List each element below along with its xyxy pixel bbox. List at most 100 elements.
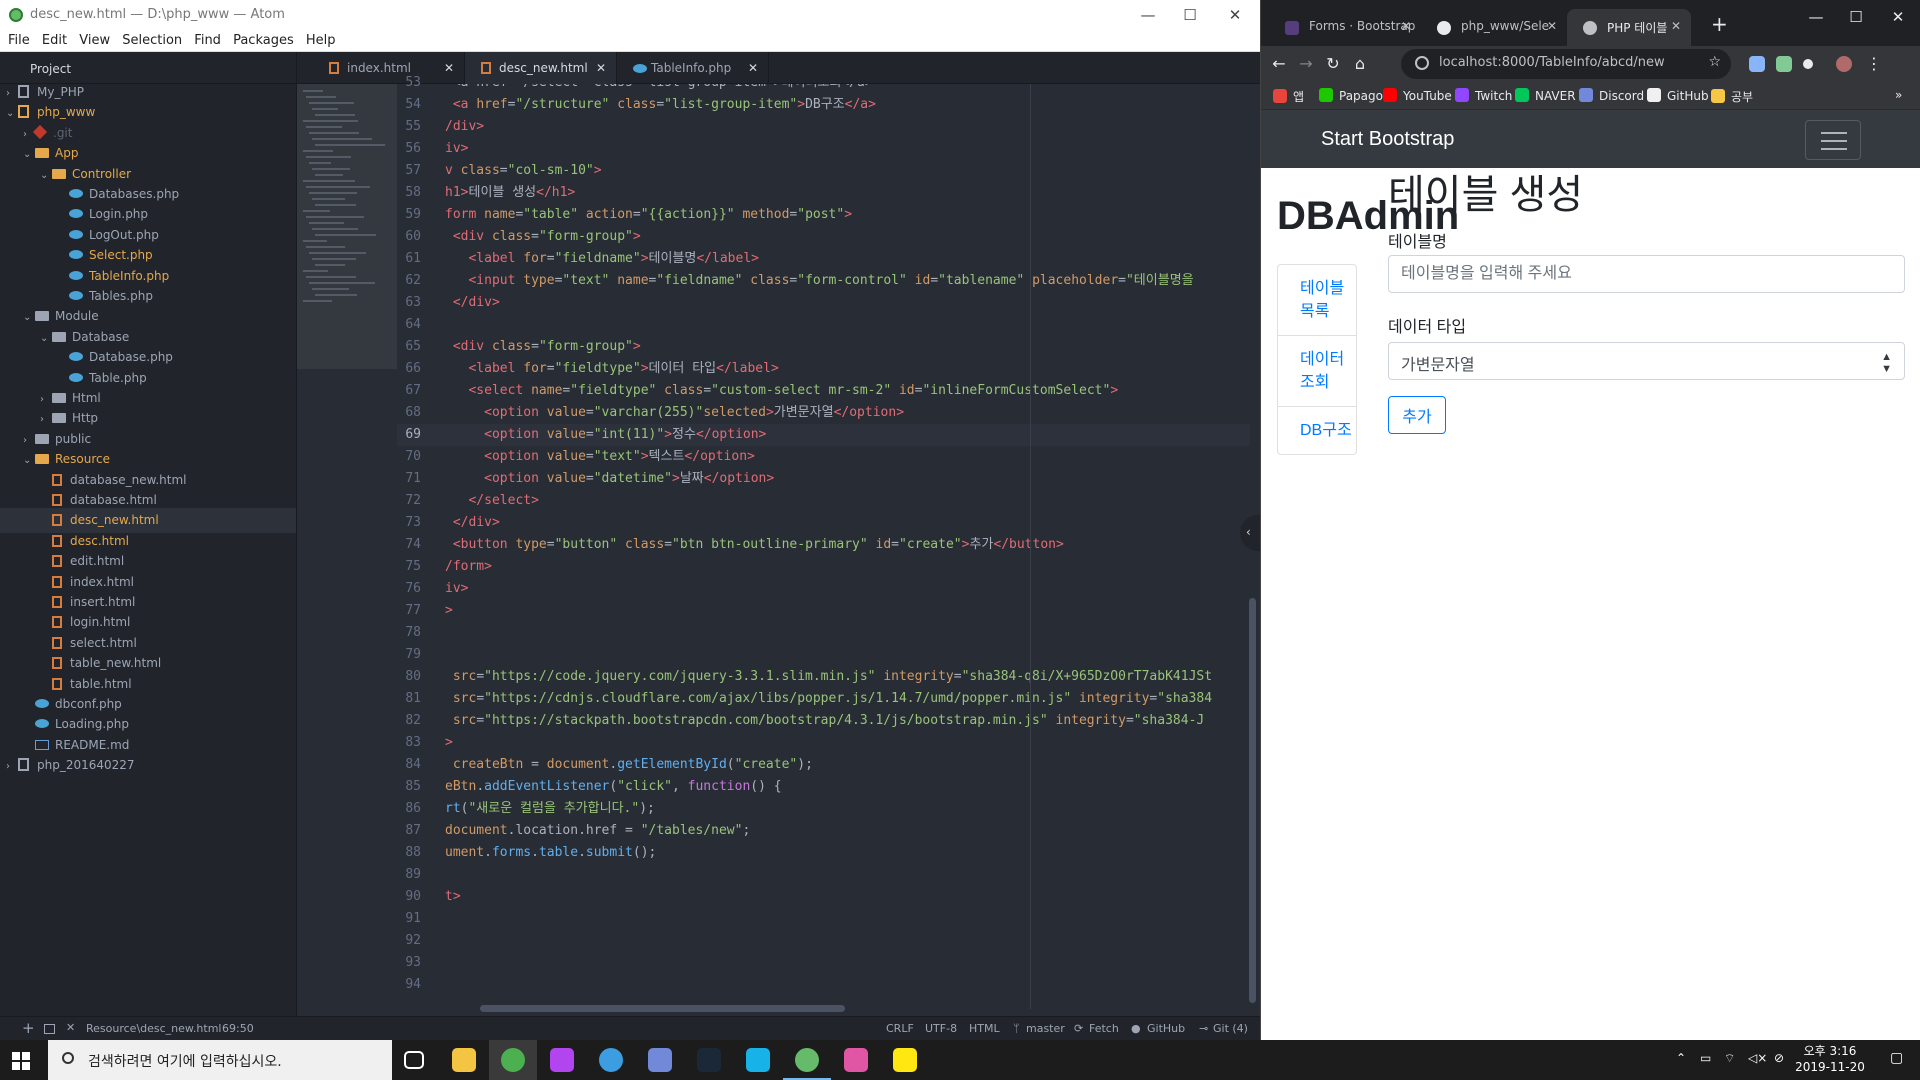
horizontal-scrollbar[interactable]: [480, 1005, 845, 1012]
code-line[interactable]: <div class="form-group">: [445, 336, 641, 358]
bookmark-star-icon[interactable]: ☆: [1708, 54, 1721, 70]
paint-icon[interactable]: [844, 1048, 868, 1072]
editor-tab[interactable]: TableInfo.php ✕: [617, 52, 769, 84]
phpstorm-icon[interactable]: [550, 1048, 574, 1072]
chrome-tab-bootstrap-forms[interactable]: Forms · Bootstrap ✕: [1269, 9, 1421, 46]
avatar[interactable]: [1836, 56, 1852, 72]
code-line[interactable]: form name="table" action="{{action}}" me…: [445, 204, 852, 226]
menu-edit[interactable]: Edit: [34, 30, 67, 48]
code-line[interactable]: h1>테이블 생성</h1>: [445, 182, 575, 204]
menu-help[interactable]: Help: [298, 30, 336, 48]
battery-icon[interactable]: ▭: [1700, 1051, 1711, 1065]
chevron-down-icon[interactable]: ⌄: [6, 101, 18, 126]
info-icon[interactable]: [1415, 56, 1429, 70]
code-line[interactable]: <a href="/select" class="list-group-item…: [445, 84, 873, 94]
add-button[interactable]: 추가: [1388, 396, 1446, 434]
code-line[interactable]: src="https://code.jquery.com/jquery-3.3.…: [445, 666, 1212, 688]
steam-icon[interactable]: [697, 1048, 721, 1072]
close-icon[interactable]: ✕: [596, 61, 606, 75]
minimize-icon[interactable]: —: [1128, 4, 1168, 26]
chevron-down-icon[interactable]: ⌄: [23, 305, 35, 330]
status-branch[interactable]: master: [1026, 1022, 1065, 1035]
minimize-icon[interactable]: —: [1796, 6, 1836, 28]
sidebar-item-data-query[interactable]: 데이터조회: [1278, 336, 1356, 407]
taskbar-clock[interactable]: 오후 3:16 2019-11-20: [1790, 1043, 1870, 1075]
code-line[interactable]: iv>: [445, 578, 468, 600]
status-encoding[interactable]: UTF-8: [925, 1022, 957, 1035]
code-line[interactable]: eBtn.addEventListener("click", function(…: [445, 776, 782, 798]
bookmarks-overflow-icon[interactable]: »: [1895, 88, 1902, 102]
code-line[interactable]: <label for="fieldname">테이블명</label>: [445, 248, 759, 270]
editor-tab[interactable]: desc_new.html ✕: [465, 52, 617, 84]
navbar-toggler-button[interactable]: [1805, 120, 1861, 160]
more-menu-icon[interactable]: ⋮: [1864, 54, 1884, 73]
discord-icon[interactable]: [648, 1048, 672, 1072]
code-line[interactable]: <option value="varchar(255)"selected>가변문…: [445, 402, 904, 424]
code-line[interactable]: >: [445, 600, 453, 622]
menu-selection[interactable]: Selection: [114, 30, 182, 48]
terminal-icon[interactable]: [44, 1024, 55, 1034]
reload-icon[interactable]: ↻: [1323, 54, 1343, 73]
menu-packages[interactable]: Packages: [225, 30, 294, 48]
code-line[interactable]: v class="col-sm-10">: [445, 160, 602, 182]
navbar-brand[interactable]: Start Bootstrap: [1321, 128, 1454, 151]
bookmark-item[interactable]: Papago: [1319, 88, 1383, 103]
chevron-down-icon[interactable]: ⌄: [40, 163, 52, 188]
adblock-extension-icon[interactable]: [1776, 56, 1792, 72]
code-line[interactable]: /div>: [445, 116, 484, 138]
ime-icon[interactable]: ⊘: [1774, 1051, 1784, 1065]
table-name-input[interactable]: [1388, 255, 1905, 293]
chrome-tab-github[interactable]: php_www/Sele ✕: [1421, 9, 1567, 46]
status-line-ending[interactable]: CRLF: [886, 1022, 914, 1035]
status-file-path[interactable]: Resource\desc_new.html: [86, 1022, 221, 1035]
code-line[interactable]: document.location.href = "/tables/new";: [445, 820, 750, 842]
close-icon[interactable]: ✕: [748, 61, 758, 75]
chevron-right-icon[interactable]: ›: [6, 754, 18, 779]
atom-icon[interactable]: [795, 1048, 819, 1072]
close-icon[interactable]: ✕: [66, 1021, 75, 1034]
kodi-icon[interactable]: [746, 1048, 770, 1072]
status-fetch[interactable]: Fetch: [1089, 1022, 1119, 1035]
chevron-down-icon[interactable]: ⌄: [40, 326, 52, 351]
chevron-down-icon[interactable]: ⌄: [23, 142, 35, 167]
code-line[interactable]: <label for="fieldtype">데이터 타입</label>: [445, 358, 778, 380]
notification-icon[interactable]: ▢: [1890, 1050, 1903, 1066]
new-tab-icon[interactable]: +: [1711, 12, 1728, 36]
windows-start-icon[interactable]: [12, 1052, 30, 1070]
menu-file[interactable]: File: [0, 30, 30, 48]
tree-item[interactable]: › php_201640227: [6, 753, 135, 778]
chrome-tab-php-table[interactable]: PHP 테이블 ✕: [1567, 9, 1691, 46]
edge-icon[interactable]: [599, 1048, 623, 1072]
code-line[interactable]: <input type = "text" name = "fieldname" clas…: [445, 270, 1193, 292]
menu-find[interactable]: Find: [186, 30, 221, 48]
code-line[interactable]: src="https://stackpath.bootstrapcdn.com/…: [445, 710, 1204, 732]
file-explorer-icon[interactable]: [452, 1048, 476, 1072]
volume-icon[interactable]: ◁×: [1748, 1051, 1767, 1065]
chevron-down-icon[interactable]: ⌄: [23, 448, 35, 473]
back-icon[interactable]: ←: [1269, 54, 1289, 73]
code-line[interactable]: </div>: [445, 512, 500, 534]
bookmark-item[interactable]: 공부: [1711, 88, 1753, 105]
address-bar[interactable]: localhost:8000/TableInfo/abcd/new ☆: [1401, 49, 1731, 79]
key-extension-icon[interactable]: [1803, 59, 1813, 69]
code-line[interactable]: <option value="text">텍스트</option>: [445, 446, 755, 468]
close-icon[interactable]: ✕: [1878, 6, 1918, 28]
menu-view[interactable]: View: [71, 30, 110, 48]
code-editor[interactable]: <a href="/select" class="list-group-item…: [435, 84, 1250, 1016]
bookmark-item[interactable]: 앱: [1273, 88, 1304, 105]
code-line[interactable]: <option value="int(11)">정수</option>: [445, 424, 766, 446]
code-line[interactable]: <div class="form-group">: [445, 226, 641, 248]
home-icon[interactable]: ⌂: [1350, 54, 1370, 73]
code-line[interactable]: /form>: [445, 556, 492, 578]
close-icon[interactable]: ✕: [1215, 4, 1255, 26]
status-grammar[interactable]: HTML: [969, 1022, 1000, 1035]
chrome-icon[interactable]: [501, 1048, 525, 1072]
code-line[interactable]: <a href="/structure" class="list-group-i…: [445, 94, 876, 116]
forward-icon[interactable]: →: [1296, 54, 1316, 73]
close-icon[interactable]: ✕: [1671, 19, 1681, 33]
code-line[interactable]: t>: [445, 886, 461, 908]
chevron-up-icon[interactable]: ⌃: [1676, 1051, 1686, 1065]
code-line[interactable]: <select name="fieldtype" class="custom-s…: [445, 380, 1118, 402]
kakaotalk-icon[interactable]: [893, 1048, 917, 1072]
shield-extension-icon[interactable]: [1749, 56, 1765, 72]
